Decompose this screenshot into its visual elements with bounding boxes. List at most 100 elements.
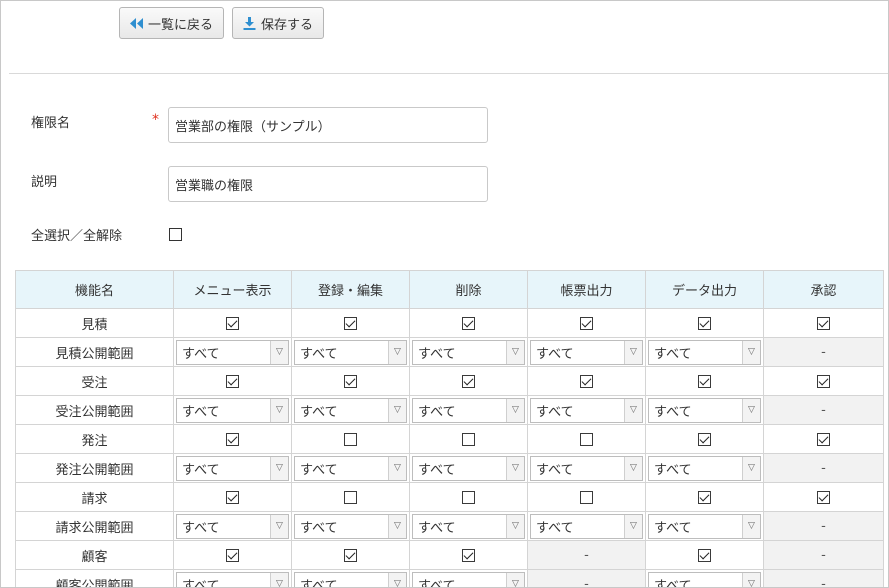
- chevron-down-icon: ▽: [388, 340, 406, 364]
- divider: [9, 73, 888, 74]
- permission-checkbox[interactable]: [698, 432, 711, 446]
- scope-select[interactable]: すべて ▽: [294, 397, 407, 423]
- scope-select[interactable]: すべて ▽: [648, 397, 761, 423]
- permission-cell: [173, 482, 292, 512]
- permission-checkbox[interactable]: [698, 316, 711, 330]
- permission-cell: [645, 308, 764, 338]
- scope-cell: すべて ▽: [527, 453, 646, 483]
- scope-select-value: すべて: [536, 346, 574, 362]
- save-button[interactable]: 保存する: [232, 7, 325, 39]
- scope-select[interactable]: すべて ▽: [412, 339, 525, 365]
- permission-checkbox[interactable]: [462, 548, 475, 562]
- chevron-down-icon: ▽: [388, 572, 406, 587]
- permission-checkbox[interactable]: [698, 548, 711, 562]
- download-icon: [243, 16, 256, 30]
- column-header: 削除: [409, 270, 528, 309]
- chevron-down-icon: ▽: [742, 514, 760, 538]
- table-row: 見積: [15, 308, 884, 338]
- scope-cell: すべて ▽: [645, 395, 764, 425]
- table-body: 見積 見積公開範囲 すべて ▽ すべて ▽ すべて ▽ すべて ▽ すべて ▽ - 受注 受注公開範囲 すべて…: [15, 308, 884, 588]
- permission-checkbox[interactable]: [462, 374, 475, 388]
- scope-select-value: すべて: [300, 346, 338, 362]
- scope-select[interactable]: すべて ▽: [530, 397, 643, 423]
- scope-select[interactable]: すべて ▽: [412, 571, 525, 587]
- permission-checkbox[interactable]: [580, 432, 593, 446]
- scope-select[interactable]: すべて ▽: [530, 513, 643, 539]
- scope-select[interactable]: すべて ▽: [176, 397, 289, 423]
- scope-select[interactable]: すべて ▽: [412, 397, 525, 423]
- scope-select[interactable]: すべて ▽: [176, 571, 289, 587]
- scope-select[interactable]: すべて ▽: [530, 339, 643, 365]
- scope-select-value: すべて: [182, 462, 220, 478]
- description-input[interactable]: [168, 166, 488, 202]
- double-chevron-left-icon: [130, 17, 143, 29]
- scope-select-value: すべて: [300, 578, 338, 588]
- permission-checkbox[interactable]: [226, 548, 239, 562]
- scope-select[interactable]: すべて ▽: [648, 513, 761, 539]
- permission-checkbox[interactable]: [226, 374, 239, 388]
- permission-checkbox[interactable]: [344, 490, 357, 504]
- scope-cell: すべて ▽: [527, 395, 646, 425]
- permission-checkbox[interactable]: [344, 374, 357, 388]
- scope-select-value: すべて: [536, 404, 574, 420]
- scope-select[interactable]: すべて ▽: [412, 455, 525, 481]
- chevron-down-icon: ▽: [742, 456, 760, 480]
- permission-checkbox[interactable]: [698, 490, 711, 504]
- permission-cell: [527, 308, 646, 338]
- scope-select[interactable]: すべて ▽: [294, 339, 407, 365]
- column-header: メニュー表示: [173, 270, 292, 309]
- permission-cell: [291, 482, 410, 512]
- permission-checkbox[interactable]: [580, 374, 593, 388]
- save-label: 保存する: [261, 17, 314, 33]
- permission-checkbox[interactable]: [226, 490, 239, 504]
- scope-cell: すべて ▽: [291, 511, 410, 541]
- permission-cell: [291, 540, 410, 570]
- permission-name-input[interactable]: [168, 107, 488, 143]
- permission-cell: [409, 540, 528, 570]
- permission-checkbox[interactable]: [226, 316, 239, 330]
- scope-cell: すべて ▽: [645, 569, 764, 588]
- permission-cell: [291, 424, 410, 454]
- scope-select[interactable]: すべて ▽: [294, 571, 407, 588]
- scope-select[interactable]: すべて ▽: [648, 455, 761, 481]
- permission-checkbox[interactable]: [580, 316, 593, 330]
- permission-checkbox[interactable]: [344, 316, 357, 330]
- feature-name: 請求: [15, 482, 174, 512]
- chevron-down-icon: ▽: [624, 514, 642, 538]
- scope-select[interactable]: すべて ▽: [176, 513, 289, 539]
- permission-checkbox[interactable]: [698, 374, 711, 388]
- select-all-checkbox[interactable]: [169, 228, 182, 241]
- permission-checkbox[interactable]: [580, 490, 593, 504]
- permission-checkbox[interactable]: [344, 548, 357, 562]
- column-header: 登録・編集: [291, 270, 410, 309]
- permission-checkbox[interactable]: [462, 432, 475, 446]
- scope-select[interactable]: すべて ▽: [176, 455, 289, 481]
- scope-select[interactable]: すべて ▽: [176, 339, 289, 365]
- scope-select[interactable]: すべて ▽: [294, 455, 407, 481]
- permission-checkbox[interactable]: [817, 490, 830, 504]
- scope-cell: すべて ▽: [645, 453, 764, 483]
- permission-checkbox[interactable]: [817, 316, 830, 330]
- table-row: 請求: [15, 482, 884, 512]
- scope-select[interactable]: すべて ▽: [530, 455, 643, 481]
- permission-checkbox[interactable]: [462, 490, 475, 504]
- scope-select[interactable]: すべて ▽: [294, 513, 407, 539]
- scope-select[interactable]: すべて ▽: [412, 513, 525, 539]
- scope-select[interactable]: すべて ▽: [648, 571, 761, 588]
- feature-name: 見積: [15, 308, 174, 338]
- chevron-down-icon: ▽: [506, 456, 524, 480]
- permission-checkbox[interactable]: [817, 432, 830, 446]
- back-to-list-button[interactable]: 一覧に戻る: [119, 7, 225, 39]
- permission-checkbox[interactable]: [226, 432, 239, 446]
- permission-checkbox[interactable]: [344, 432, 357, 446]
- permission-checkbox[interactable]: [462, 316, 475, 330]
- scope-cell: すべて ▽: [173, 395, 292, 425]
- scope-select[interactable]: すべて ▽: [648, 339, 761, 365]
- chevron-down-icon: ▽: [270, 514, 288, 538]
- permission-checkbox[interactable]: [817, 374, 830, 388]
- permission-cell: [409, 424, 528, 454]
- scope-cell: すべて ▽: [409, 453, 528, 483]
- feature-name: 受注公開範囲: [15, 395, 174, 425]
- permission-cell: [763, 482, 884, 512]
- scope-select-value: すべて: [654, 578, 692, 588]
